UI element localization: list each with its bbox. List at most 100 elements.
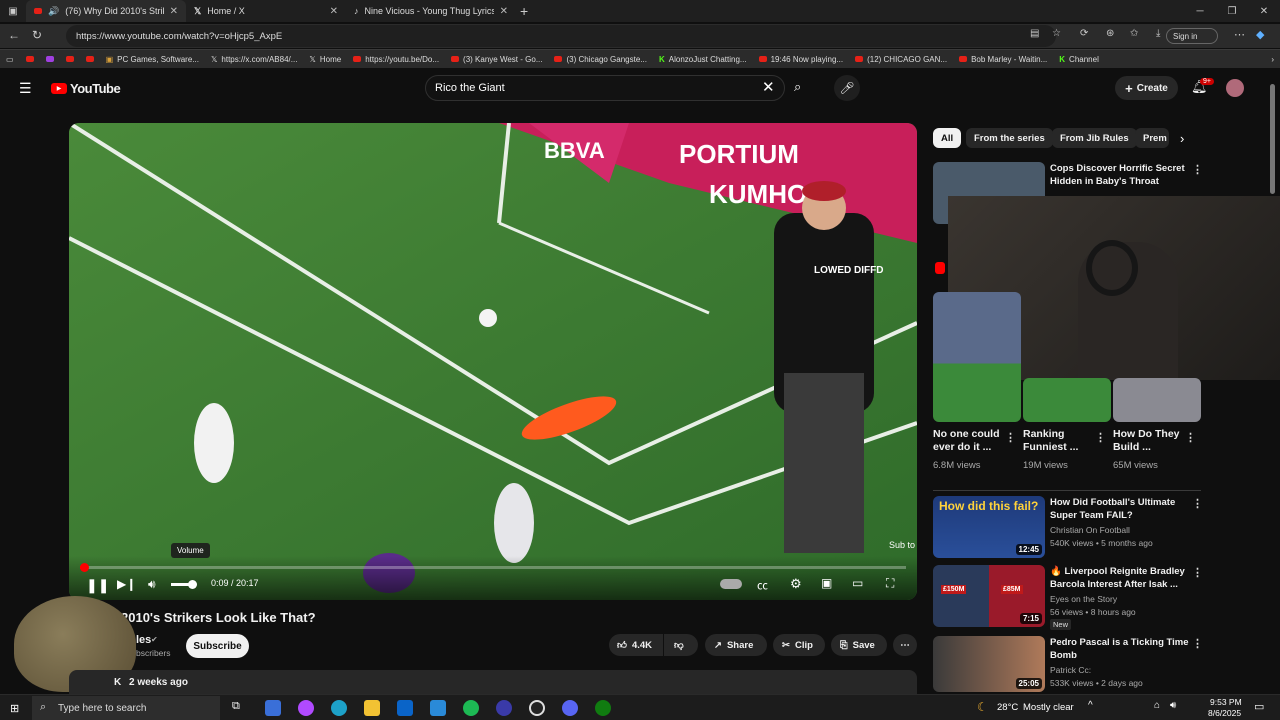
subscribe-button[interactable]: Subscribe — [186, 634, 249, 658]
rec-channel[interactable]: Eyes on the Story — [1050, 594, 1117, 604]
progress-scrubber[interactable] — [80, 563, 89, 572]
search-icon[interactable]: ⌕ — [794, 79, 801, 95]
bookmark-yt-1[interactable] — [20, 56, 40, 62]
bookmark-chicago[interactable]: (3) Chicago Gangste... — [548, 55, 652, 64]
taskbar-search-input[interactable]: ⌕ Type here to search — [32, 696, 220, 720]
volume-slider[interactable] — [171, 580, 197, 589]
rec-menu-icon[interactable]: ⋮ — [1192, 497, 1203, 510]
clock-date[interactable]: 8/6/2025 — [1208, 708, 1241, 718]
tray-chevron-icon[interactable]: ^ — [1088, 700, 1093, 711]
outlook-icon[interactable] — [397, 700, 413, 716]
chip-prem[interactable]: Prem — [1135, 128, 1169, 148]
progress-bar[interactable] — [80, 563, 906, 572]
channel-name[interactable]: les — [136, 634, 151, 646]
discord-icon[interactable] — [562, 700, 578, 716]
rec-channel[interactable]: Patrick Cc: — [1050, 665, 1091, 675]
short-thumbnail-3[interactable] — [1113, 378, 1201, 422]
close-tab-icon[interactable]: ✕ — [500, 6, 508, 17]
downloads-icon[interactable]: ⤓ — [1156, 28, 1160, 39]
reader-icon[interactable]: ▤ — [1030, 28, 1039, 39]
tab-tiktok[interactable]: ♪ Nine Vicious - Young Thug Lyrics ✕ — [346, 0, 516, 22]
bookmark-pcgames[interactable]: ▣ PC Games, Software... — [100, 55, 205, 64]
dislike-button[interactable]: 👎︎ — [664, 634, 698, 656]
rec-thumbnail[interactable]: How did this fail? 12:45 — [933, 496, 1045, 558]
bookmark-kick[interactable]: K AlonzoJust Chatting... — [653, 55, 753, 64]
more-menu-icon[interactable]: ⋯ — [1234, 28, 1245, 41]
short-thumbnail-1[interactable] — [933, 292, 1021, 422]
video-player[interactable]: BBVA PORTIUM KUMHO LOWED DIFFD Sub to Ji… — [69, 123, 917, 600]
store-icon[interactable] — [265, 700, 281, 716]
maximize-icon[interactable]: ❐ — [1216, 0, 1248, 22]
rec-title[interactable]: Pedro Pascal is a Ticking Time Bomb — [1050, 636, 1190, 662]
short-title-3[interactable]: How Do They Build ... — [1113, 428, 1181, 454]
tracking-icon[interactable]: ⊛ — [1106, 28, 1114, 39]
clock-time[interactable]: 9:53 PM — [1210, 697, 1242, 707]
back-icon[interactable]: ← — [8, 28, 20, 42]
bookmark-channel[interactable]: K Channel — [1053, 55, 1105, 64]
bookmark-bob-marley[interactable]: Bob Marley - Waitin... — [953, 55, 1053, 64]
settings-gear-icon[interactable]: ⚙ — [790, 576, 802, 592]
window-menu-icon[interactable]: ▣ — [0, 6, 26, 17]
rec-menu-icon[interactable]: ⋮ — [1192, 566, 1203, 579]
bookmark-yt-4[interactable] — [80, 56, 100, 62]
short-menu-icon-2[interactable]: ⋮ — [1095, 431, 1106, 444]
network-icon[interactable]: ⌂ — [1154, 700, 1160, 711]
volume-tray-icon[interactable]: 🔊︎ — [1170, 700, 1176, 711]
rec-menu-icon[interactable]: ⋮ — [1192, 163, 1203, 176]
app-icon[interactable] — [496, 700, 512, 716]
save-button[interactable]: ⎘ Save — [831, 634, 887, 656]
description-box[interactable] — [69, 670, 917, 694]
bookmark-yt-2[interactable] — [40, 56, 60, 62]
theater-mode-icon[interactable]: ▭ — [852, 576, 863, 590]
create-button[interactable]: + Create — [1115, 76, 1178, 100]
volume-icon[interactable]: 🔊︎ — [148, 577, 156, 592]
rec-title[interactable]: How Did Football's Ultimate Super Team F… — [1050, 496, 1185, 522]
rec-title[interactable]: Cops Discover Horrific Secret Hidden in … — [1050, 162, 1185, 188]
chip-from-series[interactable]: From the series — [966, 128, 1053, 148]
account-avatar[interactable] — [1226, 79, 1244, 97]
next-icon[interactable]: ▶❙ — [117, 577, 136, 591]
photos-icon[interactable] — [430, 700, 446, 716]
tab-x[interactable]: 𝕏 Home / X ✕ — [186, 0, 346, 22]
captions-icon[interactable]: ㏄ — [757, 577, 768, 593]
bookmark-chicago-gan[interactable]: (12) CHICAGO GAN... — [849, 55, 953, 64]
bookmark-x-ab84[interactable]: 𝕏https://x.com/AB84/... — [205, 55, 303, 64]
clear-search-icon[interactable]: ✕ — [762, 78, 775, 96]
short-title-1[interactable]: No one could ever do it ... — [933, 428, 1005, 454]
hamburger-menu-icon[interactable]: ☰ — [19, 80, 32, 97]
close-window-icon[interactable]: ✕ — [1248, 0, 1280, 22]
weather-desc[interactable]: Mostly clear — [1023, 702, 1074, 713]
refresh-icon[interactable]: ↻ — [32, 28, 42, 42]
fullscreen-icon[interactable]: ⛶ — [886, 576, 894, 591]
xbox-icon[interactable] — [595, 700, 611, 716]
close-tab-icon[interactable]: ✕ — [170, 6, 178, 17]
rec-menu-icon[interactable]: ⋮ — [1192, 637, 1203, 650]
short-title-2[interactable]: Ranking Funniest ... — [1023, 428, 1091, 454]
clip-button[interactable]: ✂ Clip — [773, 634, 825, 656]
obs-icon[interactable] — [529, 700, 545, 716]
search-input[interactable]: Rico the Giant — [425, 75, 785, 101]
bookmark-now-playing[interactable]: 19:46 Now playing... — [753, 55, 850, 64]
pause-icon[interactable]: ❚❚ — [86, 577, 109, 594]
rec-title[interactable]: 🔥 Liverpool Reignite Bradley Barcola Int… — [1050, 565, 1190, 591]
short-menu-icon-3[interactable]: ⋮ — [1185, 431, 1196, 444]
spotify-icon[interactable] — [463, 700, 479, 716]
autoplay-toggle[interactable] — [720, 579, 742, 589]
rec-channel[interactable]: Christian On Football — [1050, 525, 1130, 535]
copilot-taskbar-icon[interactable] — [298, 700, 314, 716]
bookmark-kanye[interactable]: (3) Kanye West - Go... — [445, 55, 548, 64]
more-actions-button[interactable]: ⋯ — [893, 634, 917, 656]
close-tab-icon[interactable]: ✕ — [330, 6, 338, 17]
favorites-icon[interactable]: ✩ — [1130, 28, 1138, 39]
edge-icon[interactable] — [331, 700, 347, 716]
weather-temp[interactable]: 28°C — [997, 702, 1018, 713]
volume-knob[interactable] — [188, 580, 197, 589]
favorite-star-icon[interactable]: ☆ — [1052, 28, 1061, 39]
windows-start-icon[interactable]: ⊞ — [10, 702, 19, 715]
chips-next-icon[interactable]: › — [1180, 131, 1184, 146]
short-menu-icon-1[interactable]: ⋮ — [1005, 431, 1016, 444]
bookmark-youtu-be[interactable]: https://youtu.be/Do... — [347, 55, 445, 64]
voice-search-icon[interactable]: 🎤︎ — [834, 75, 860, 101]
rec-thumbnail[interactable]: 25:05 — [933, 636, 1045, 692]
bookmark-home[interactable]: 𝕏 Home — [303, 55, 347, 64]
